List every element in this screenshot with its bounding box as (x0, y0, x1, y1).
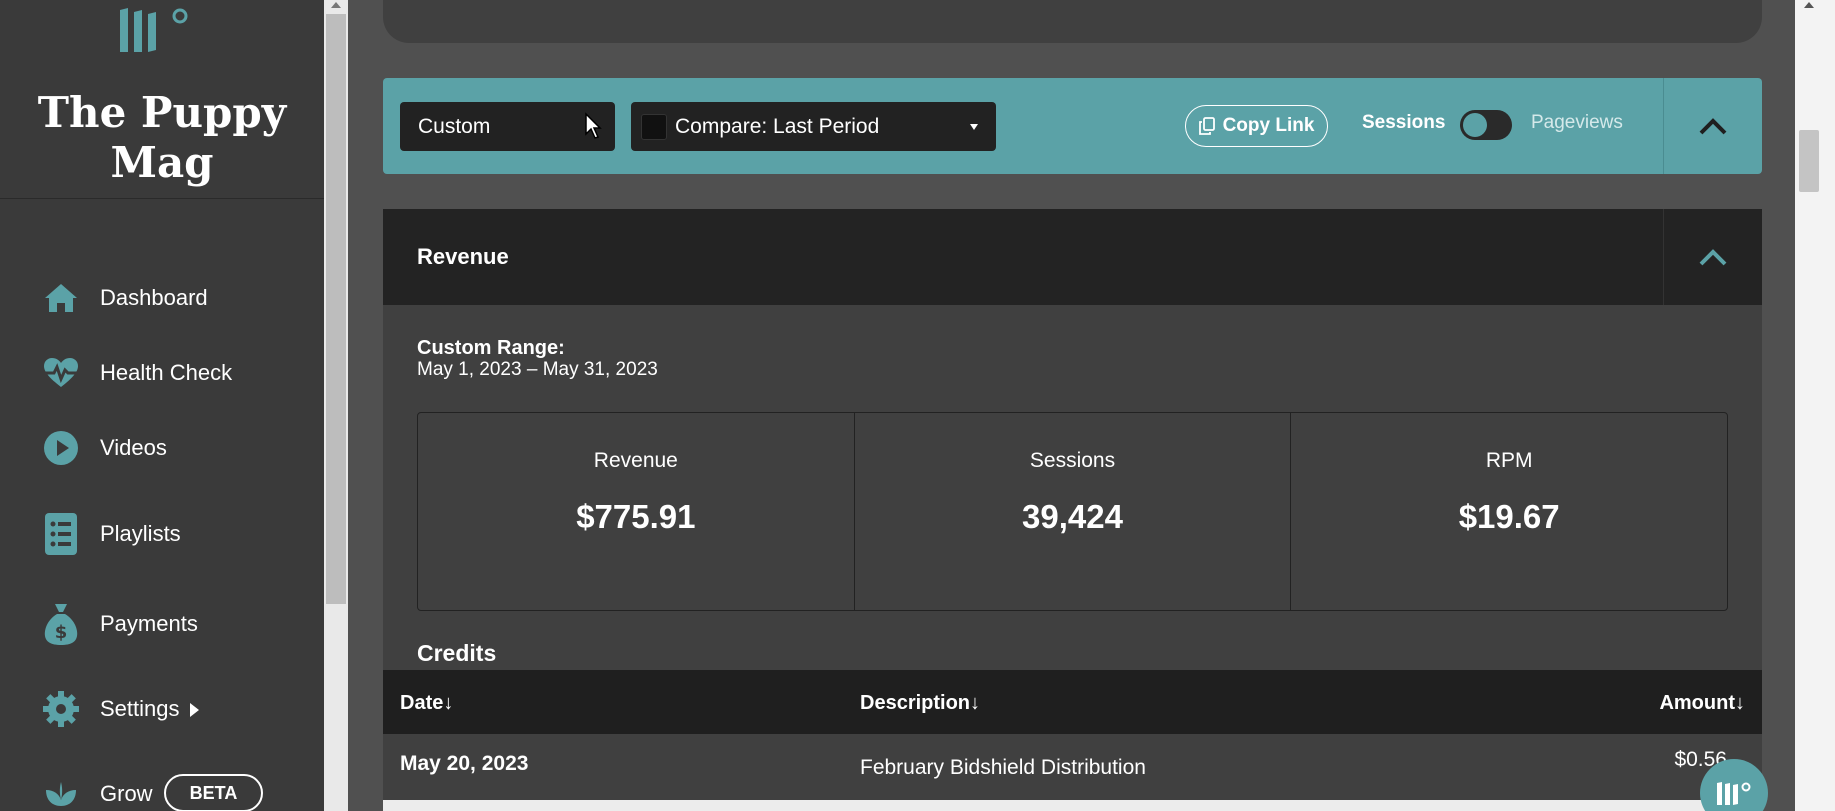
copy-link-label: Copy Link (1222, 115, 1315, 136)
sidebar-item-playlists[interactable]: Playlists (0, 504, 324, 564)
copy-icon (1198, 117, 1215, 135)
stat-label: Revenue (593, 449, 678, 472)
date-range-value: Custom (418, 115, 491, 138)
column-header-amount[interactable]: Amount↓ (1659, 692, 1745, 715)
top-card (383, 0, 1762, 43)
compare-checkbox[interactable] (641, 114, 667, 140)
scroll-up-icon[interactable] (1804, 2, 1814, 8)
stat-value: $775.91 (576, 498, 696, 535)
logo-icon[interactable] (118, 4, 198, 56)
filter-collapse-button[interactable] (1663, 78, 1762, 174)
gear-icon (42, 690, 80, 728)
logo-icon (1717, 782, 1751, 805)
sidebar: The Puppy Mag Dashboard Health Check Vid… (0, 0, 324, 811)
stats-grid: Revenue $775.91 Sessions 39,424 RPM $19.… (417, 412, 1728, 611)
stat-label: RPM (1485, 449, 1533, 472)
revenue-collapse-button[interactable] (1663, 209, 1762, 305)
sidebar-item-payments[interactable]: $ Payments (0, 594, 324, 654)
stat-revenue: Revenue $775.91 (418, 413, 855, 610)
copy-link-button[interactable]: Copy Link (1185, 105, 1328, 147)
beta-badge: BETA (164, 774, 263, 811)
sidebar-item-health-check[interactable]: Health Check (0, 343, 324, 403)
page-scrollbar[interactable] (1795, 0, 1835, 811)
sidebar-item-label: Payments (100, 611, 198, 636)
stat-sessions: Sessions 39,424 (855, 413, 1292, 610)
dropdown-arrow-icon (970, 124, 978, 130)
stat-rpm: RPM $19.67 (1291, 413, 1727, 610)
compare-select[interactable]: Compare: Last Period (631, 102, 996, 151)
table-row: May 20, 2023 February Bidshield Distribu… (383, 734, 1762, 800)
stat-label: Sessions (1029, 449, 1116, 472)
filter-bar: Custom Compare: Last Period Copy Link Se… (383, 78, 1762, 174)
sidebar-item-label: Dashboard (100, 285, 208, 310)
chevron-up-icon (1699, 249, 1727, 266)
horizontal-scrollbar[interactable] (383, 800, 1762, 811)
column-header-date[interactable]: Date↓ (400, 692, 453, 715)
sidebar-item-label: Settings (100, 696, 199, 722)
brand-title: The Puppy Mag (37, 88, 287, 187)
heartbeat-icon (42, 354, 80, 392)
stat-value: 39,424 (1022, 498, 1123, 535)
pageviews-label: Pageviews (1531, 112, 1623, 133)
sidebar-scrollbar[interactable] (324, 0, 348, 811)
play-circle-icon (42, 429, 80, 467)
chevron-up-icon (1699, 118, 1727, 135)
cell-date: May 20, 2023 (400, 752, 529, 775)
sidebar-item-videos[interactable]: Videos (0, 418, 324, 478)
sidebar-item-label: Health Check (100, 360, 233, 385)
date-range-select[interactable]: Custom (400, 102, 615, 151)
home-icon (42, 279, 80, 317)
credits-table-header: Date↓ Description↓ Amount↓ (383, 670, 1762, 734)
range-heading: Custom Range: (417, 337, 565, 359)
scroll-up-icon[interactable] (331, 2, 341, 8)
column-header-description[interactable]: Description↓ (860, 692, 980, 715)
revenue-panel-body: Custom Range: May 1, 2023 – May 31, 2023… (383, 305, 1762, 670)
mouse-cursor-icon (585, 112, 602, 139)
range-dates: May 1, 2023 – May 31, 2023 (417, 359, 658, 380)
brand: The Puppy Mag (0, 0, 324, 199)
caret-right-icon (189, 703, 199, 718)
sidebar-item-grow[interactable]: Grow BETA (0, 764, 324, 811)
revenue-panel-header: Revenue (383, 209, 1762, 305)
sidebar-item-label: Playlists (100, 521, 181, 546)
toggle-knob (1463, 113, 1487, 137)
sessions-pageviews-toggle[interactable] (1460, 110, 1512, 140)
scrollbar-thumb[interactable] (326, 14, 346, 604)
sidebar-item-label: Videos (100, 435, 167, 460)
sidebar-item-settings[interactable]: Settings (0, 679, 324, 739)
money-bag-icon: $ (42, 604, 80, 645)
svg-text:$: $ (55, 622, 68, 643)
credits-heading: Credits (417, 640, 497, 666)
stat-value: $19.67 (1458, 498, 1560, 535)
sidebar-item-dashboard[interactable]: Dashboard (0, 268, 324, 328)
sidebar-item-label: Grow (100, 781, 153, 806)
panel-title: Revenue (417, 244, 509, 269)
compare-value: Compare: Last Period (675, 115, 880, 138)
leaf-icon (42, 775, 80, 811)
cell-description: February Bidshield Distribution (860, 756, 1146, 779)
sessions-label: Sessions (1362, 112, 1446, 133)
list-icon (42, 513, 80, 555)
scrollbar-thumb[interactable] (1799, 130, 1819, 192)
